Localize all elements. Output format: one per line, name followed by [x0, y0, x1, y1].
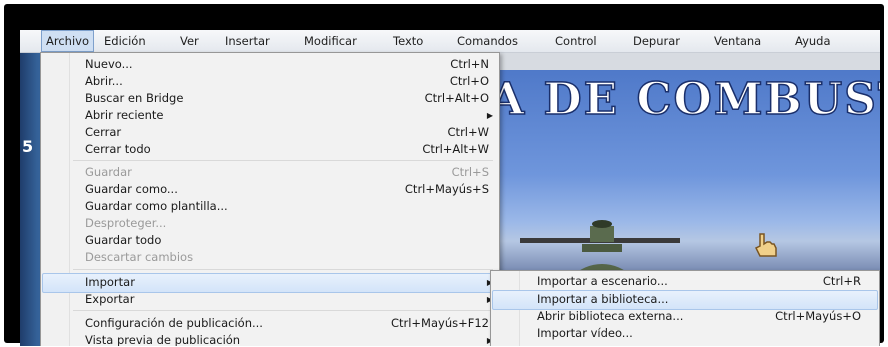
menu-item-label: Guardar como... [85, 182, 178, 196]
menu-item-shortcut: Ctrl+N [450, 57, 489, 71]
menu-item-shortcut: Ctrl+Mayús+S [404, 182, 489, 196]
menu-item-cerrar-todo[interactable]: Cerrar todo Ctrl+Alt+W [43, 141, 497, 158]
menu-item-label: Configuración de publicación... [85, 316, 263, 330]
menu-item-abrir[interactable]: Abrir... Ctrl+O [43, 73, 497, 90]
menu-item-guardar: Guardar Ctrl+S [43, 164, 497, 181]
menu-texto[interactable]: Texto [393, 30, 423, 52]
menu-item-vista-previa-publicacion[interactable]: Vista previa de publicación ▶ [43, 332, 497, 346]
menu-item-abrir-reciente[interactable]: Abrir reciente ▶ [43, 107, 497, 124]
submenu-item-label: Importar a biblioteca... [537, 292, 669, 306]
menu-ver[interactable]: Ver [180, 30, 199, 52]
submenu-item-label: Importar a escenario... [537, 274, 668, 288]
menu-item-label: Guardar como plantilla... [85, 199, 228, 213]
menu-archivo[interactable]: Archivo [41, 30, 94, 52]
menu-comandos[interactable]: Comandos [457, 30, 518, 52]
menu-item-shortcut: Ctrl+Alt+O [424, 91, 489, 105]
menu-control[interactable]: Control [555, 30, 597, 52]
submenu-item-label: Importar vídeo... [537, 326, 633, 340]
submenu-item-label: Abrir biblioteca externa... [537, 309, 684, 323]
archivo-dropdown-menu: Nuevo... Ctrl+N Abrir... Ctrl+O Buscar e… [40, 52, 500, 346]
importar-submenu: Importar a escenario... Ctrl+R Importar … [490, 270, 880, 346]
menu-item-shortcut: Ctrl+W [447, 125, 489, 139]
menu-item-label: Importar [85, 275, 135, 289]
menu-item-exportar[interactable]: Exportar ▶ [43, 291, 497, 308]
menu-item-guardar-como[interactable]: Guardar como... Ctrl+Mayús+S [43, 181, 497, 198]
menu-item-shortcut: Ctrl+S [451, 165, 489, 179]
menu-modificar[interactable]: Modificar [304, 30, 357, 52]
left-panel-strip: 5 [20, 53, 40, 346]
menu-item-label: Exportar [85, 292, 135, 306]
menu-bar: Archivo Edición Ver Insertar Modificar T… [20, 30, 880, 53]
menu-item-descartar-cambios: Descartar cambios [43, 249, 497, 266]
hand-cursor-icon [754, 233, 777, 257]
menu-item-cerrar[interactable]: Cerrar Ctrl+W [43, 124, 497, 141]
stage-title-text: A DE COMBUST [490, 73, 880, 126]
menu-item-shortcut: Ctrl+Alt+W [422, 142, 489, 156]
menu-item-configuracion-publicacion[interactable]: Configuración de publicación... Ctrl+May… [43, 315, 497, 332]
menu-item-label: Vista previa de publicación [85, 333, 241, 346]
menu-item-label: Cerrar todo [85, 142, 151, 156]
left-panel-letter: 5 [22, 137, 34, 156]
menu-item-label: Guardar todo [85, 233, 162, 247]
menu-separator [73, 160, 493, 161]
submenu-item-shortcut: Ctrl+R [822, 274, 861, 288]
menu-item-importar[interactable]: Importar ▶ [42, 273, 498, 293]
menu-item-desproteger: Desproteger... [43, 215, 497, 232]
menu-item-label: Descartar cambios [85, 250, 194, 264]
menu-insertar[interactable]: Insertar [225, 30, 270, 52]
menu-edicion[interactable]: Edición [104, 30, 146, 52]
submenu-item-abrir-biblioteca-externa[interactable]: Abrir biblioteca externa... Ctrl+Mayús+O [493, 308, 877, 325]
menu-ventana[interactable]: Ventana [714, 30, 761, 52]
menu-item-label: Guardar [85, 165, 132, 179]
application-window: 5 A DE COMBUST Archivo Edición Ver Inser… [20, 30, 880, 346]
screenshot-frame: 5 A DE COMBUST Archivo Edición Ver Inser… [4, 4, 884, 346]
submenu-item-importar-video[interactable]: Importar vídeo... [493, 325, 877, 342]
menu-item-label: Cerrar [85, 125, 122, 139]
menu-separator [73, 269, 493, 270]
submenu-item-shortcut: Ctrl+Mayús+O [775, 309, 861, 323]
menu-item-label: Nuevo... [85, 57, 133, 71]
submenu-arrow-icon: ▶ [486, 111, 493, 120]
menu-item-label: Buscar en Bridge [85, 91, 184, 105]
menu-item-label: Abrir reciente [85, 108, 164, 122]
menu-item-shortcut: Ctrl+O [449, 74, 489, 88]
submenu-item-importar-a-biblioteca[interactable]: Importar a biblioteca... [492, 290, 878, 310]
menu-item-label: Abrir... [85, 74, 123, 88]
menu-separator [73, 310, 493, 311]
menu-depurar[interactable]: Depurar [633, 30, 680, 52]
menu-item-buscar-en-bridge[interactable]: Buscar en Bridge Ctrl+Alt+O [43, 90, 497, 107]
menu-item-nuevo[interactable]: Nuevo... Ctrl+N [43, 56, 497, 73]
menu-item-label: Desproteger... [85, 216, 167, 230]
menu-item-shortcut: Ctrl+Mayús+F12 [390, 316, 489, 330]
submenu-item-importar-a-escenario[interactable]: Importar a escenario... Ctrl+R [493, 273, 877, 290]
menu-item-guardar-todo[interactable]: Guardar todo [43, 232, 497, 249]
menu-ayuda[interactable]: Ayuda [795, 30, 831, 52]
menu-item-guardar-como-plantilla[interactable]: Guardar como plantilla... [43, 198, 497, 215]
